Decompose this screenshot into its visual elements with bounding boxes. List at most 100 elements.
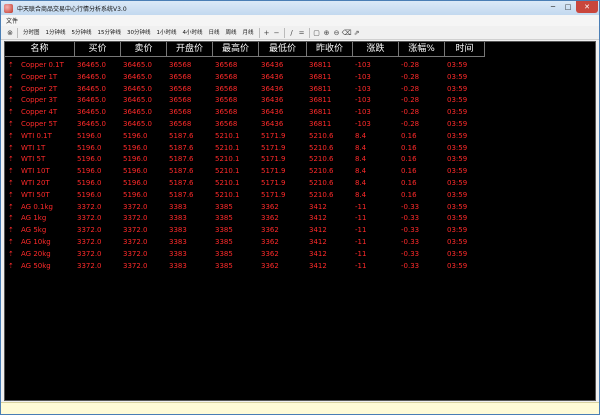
- line-tool-icon[interactable]: /: [287, 28, 297, 38]
- table-row[interactable]: ⇡ AG 20kg 3372.0 3372.0 3383 3385 3362 3412 -11 -…: [5, 248, 485, 260]
- close-window-button[interactable]: ✕: [576, 1, 598, 13]
- table-cell: 3372.0: [77, 226, 102, 235]
- table-cell: -103: [355, 84, 371, 93]
- table-row[interactable]: ⇡ Copper 2T 36465.0 36465.0 36568 36568 36436 3…: [5, 83, 485, 95]
- status-bar: [1, 402, 599, 414]
- column-header[interactable]: 昨收价: [307, 42, 353, 57]
- close-icon[interactable]: ⊗: [5, 28, 15, 38]
- table-cell: -0.33: [401, 238, 420, 246]
- table-cell: AG 10kg: [21, 238, 51, 246]
- app-window: 中天联合商品交易中心行情分析系统V3.0 ─ □ ✕ 文件 ⊗ 分时图 1分钟线 5分…: [0, 0, 600, 415]
- zoom-out-icon[interactable]: −: [272, 28, 282, 38]
- table-row[interactable]: ⇡ AG 1kg 3372.0 3372.0 3383 3385 3362 3412 -11 -0…: [5, 212, 485, 224]
- column-header[interactable]: 卖价: [121, 42, 167, 57]
- table-row[interactable]: ⇡ Copper 1T 36465.0 36465.0 36568 36568 36436 3…: [5, 71, 485, 83]
- menu-bar: 文件: [1, 15, 599, 26]
- table-cell: 5210.6: [309, 143, 334, 152]
- table-cell: 5187.6: [169, 131, 194, 140]
- period-button[interactable]: 1小时线: [154, 27, 180, 39]
- table-cell: -11: [355, 261, 367, 270]
- window-icon[interactable]: ▢: [312, 28, 322, 38]
- table-row[interactable]: ⇡ WTI 50T 5196.0 5196.0 5187.6 5210.1 5171.9 52…: [5, 189, 485, 201]
- magnify-plus-icon[interactable]: ⊕: [322, 28, 332, 38]
- table-cell: -0.33: [401, 226, 420, 235]
- column-header[interactable]: 开盘价: [167, 42, 213, 57]
- period-button[interactable]: 4小时线: [180, 27, 206, 39]
- table-row[interactable]: ⇡ Copper 5T 36465.0 36465.0 36568 36568 36436 3…: [5, 118, 485, 130]
- dash-tool-icon[interactable]: =: [297, 28, 307, 38]
- table-cell: 3383: [169, 202, 187, 211]
- table-cell: 3412: [309, 238, 327, 246]
- table-cell: 5171.9: [261, 167, 286, 176]
- table-row[interactable]: ⇡ WTI 0.1T 5196.0 5196.0 5187.6 5210.1 5171.9 5…: [5, 130, 485, 142]
- table-row[interactable]: ⇡ WTI 20T 5196.0 5196.0 5187.6 5210.1 5171.9 52…: [5, 177, 485, 189]
- table-cell: 3362: [261, 214, 279, 223]
- minimize-button[interactable]: ─: [546, 1, 560, 13]
- table-cell: 36465.0: [123, 96, 152, 105]
- column-header[interactable]: 涨幅%: [399, 42, 445, 57]
- column-header[interactable]: 买价: [75, 42, 121, 57]
- table-cell: 36568: [215, 84, 238, 93]
- table-cell: 3362: [261, 226, 279, 235]
- table-cell: 5196.0: [77, 143, 102, 152]
- table-cell: -11: [355, 249, 367, 258]
- table-cell: WTI 0.1T: [21, 131, 52, 140]
- table-cell: 36568: [169, 72, 192, 81]
- title-bar[interactable]: 中天联合商品交易中心行情分析系统V3.0 ─ □ ✕: [1, 1, 599, 15]
- table-cell: 5196.0: [77, 190, 102, 199]
- menu-file[interactable]: 文件: [6, 16, 18, 25]
- toolbar-separator: [17, 27, 18, 38]
- table-cell: 5210.1: [215, 167, 240, 176]
- period-button[interactable]: 日线: [206, 27, 223, 39]
- table-cell: 3372.0: [123, 214, 148, 223]
- column-header[interactable]: 涨跌: [353, 42, 399, 57]
- delete-icon[interactable]: ⌫: [342, 28, 352, 38]
- period-button[interactable]: 月线: [240, 27, 257, 39]
- table-cell: 3372.0: [123, 249, 148, 258]
- column-header[interactable]: 最低价: [259, 42, 307, 57]
- table-cell: -103: [355, 72, 371, 81]
- period-button[interactable]: 15分钟线: [95, 27, 125, 39]
- export-icon[interactable]: ⇗: [352, 28, 362, 38]
- table-row[interactable]: ⇡ AG 5kg 3372.0 3372.0 3383 3385 3362 3412 -11 -0…: [5, 224, 485, 236]
- table-cell: 03:59: [447, 72, 468, 81]
- up-arrow-icon: ⇡: [8, 190, 14, 199]
- table-row[interactable]: ⇡ WTI 1T 5196.0 5196.0 5187.6 5210.1 5171.9 521…: [5, 142, 485, 154]
- table-cell: 5196.0: [123, 167, 148, 176]
- table-row[interactable]: ⇡ Copper 3T 36465.0 36465.0 36568 36568 36436 3…: [5, 94, 485, 106]
- table-cell: 03:59: [447, 214, 468, 223]
- table-cell: 3383: [169, 226, 187, 235]
- table-cell: Copper 5T: [21, 120, 58, 128]
- period-button[interactable]: 1分钟线: [43, 27, 69, 39]
- up-arrow-icon: ⇡: [8, 96, 14, 105]
- table-row[interactable]: ⇡ AG 0.1kg 3372.0 3372.0 3383 3385 3362 3412 -11…: [5, 201, 485, 213]
- table-cell: 36465.0: [77, 120, 106, 128]
- up-arrow-icon: ⇡: [8, 238, 14, 246]
- maximize-button[interactable]: □: [561, 1, 575, 13]
- table-cell: 36436: [261, 84, 284, 93]
- table-cell: 36465.0: [77, 72, 106, 81]
- table-row[interactable]: ⇡ AG 50kg 3372.0 3372.0 3383 3385 3362 3412 -11 -…: [5, 260, 485, 272]
- column-header[interactable]: 名称: [5, 42, 75, 57]
- table-header: 名称 买价 卖价 开盘价 最高价 最低价 昨收价 涨跌 涨幅% 时间: [5, 42, 485, 57]
- table-cell: 3372.0: [77, 261, 102, 270]
- table-cell: 5210.1: [215, 190, 240, 199]
- table-row[interactable]: ⇡ Copper 4T 36465.0 36465.0 36568 36568 36436 3…: [5, 106, 485, 118]
- column-header[interactable]: 时间: [445, 42, 485, 57]
- zoom-in-icon[interactable]: +: [262, 28, 272, 38]
- magnify-minus-icon[interactable]: ⊖: [332, 28, 342, 38]
- period-button[interactable]: 5分钟线: [69, 27, 95, 39]
- table-cell: 36568: [215, 61, 238, 69]
- table-cell: 3385: [215, 202, 233, 211]
- table-row[interactable]: ⇡ WTI 5T 5196.0 5196.0 5187.6 5210.1 5171.9 521…: [5, 153, 485, 165]
- table-row[interactable]: ⇡ Copper 0.1T 36465.0 36465.0 36568 36568 3643…: [5, 59, 485, 71]
- table-cell: 5196.0: [123, 190, 148, 199]
- table-cell: 36465.0: [123, 108, 152, 117]
- table-row[interactable]: ⇡ AG 10kg 3372.0 3372.0 3383 3385 3362 3412 -11 -…: [5, 236, 485, 248]
- table-row[interactable]: ⇡ WTI 10T 5196.0 5196.0 5187.6 5210.1 5171.9 52…: [5, 165, 485, 177]
- period-button[interactable]: 30分钟线: [124, 27, 154, 39]
- period-button[interactable]: 分时图: [20, 27, 43, 39]
- column-header[interactable]: 最高价: [213, 42, 259, 57]
- period-button[interactable]: 周线: [223, 27, 240, 39]
- table-cell: 5171.9: [261, 190, 286, 199]
